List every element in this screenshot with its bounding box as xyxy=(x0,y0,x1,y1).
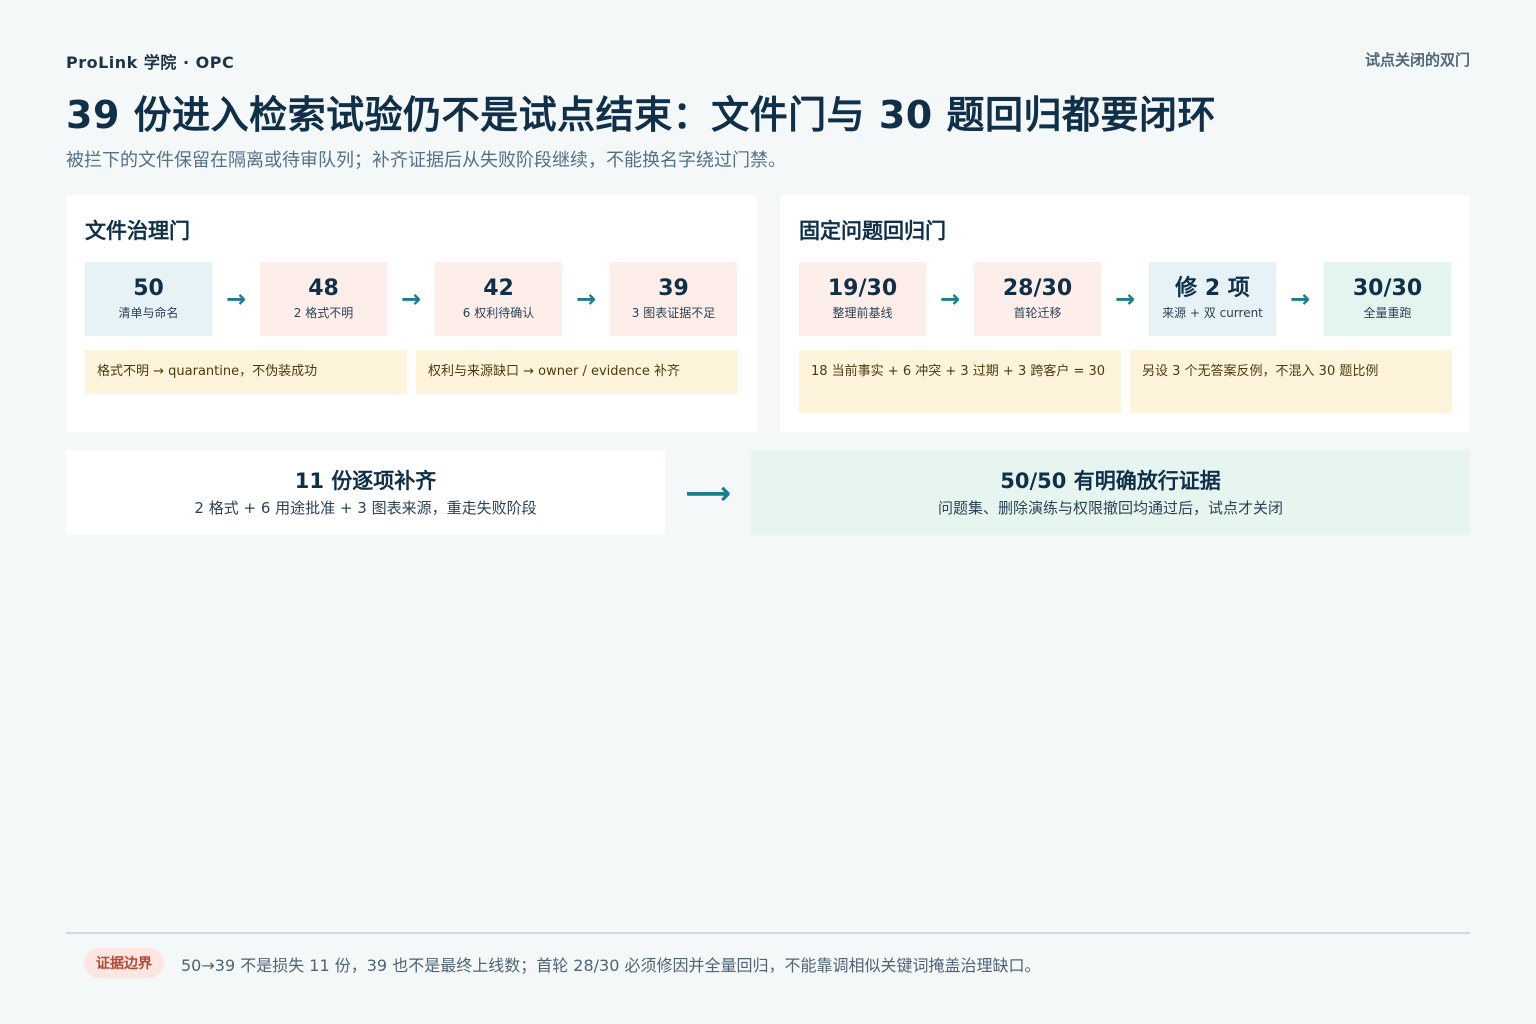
note-quarantine: 格式不明 → quarantine，不伪装成功 xyxy=(85,350,407,394)
evidence-boundary-badge: 证据边界 xyxy=(84,948,164,978)
step-value: 50 xyxy=(133,276,164,301)
file-gate-title: 文件治理门 xyxy=(85,219,190,243)
file-step-1: 50 清单与命名 xyxy=(85,262,212,336)
brand-label: ProLink 学院 · OPC xyxy=(66,53,235,72)
step-value: 39 xyxy=(658,276,689,301)
step-value: 修 2 项 xyxy=(1175,276,1250,301)
step-label: 6 权利待确认 xyxy=(462,306,535,320)
step-label: 2 格式不明 xyxy=(293,306,354,320)
step-value: 48 xyxy=(308,276,339,301)
file-step-3: 42 6 权利待确认 xyxy=(435,262,562,336)
step-label: 首轮迁移 xyxy=(1013,306,1062,320)
step-label: 3 图表证据不足 xyxy=(631,306,716,320)
step-label: 整理前基线 xyxy=(832,306,893,320)
step-value: 19/30 xyxy=(827,276,898,301)
regression-step-2: 28/30 首轮迁移 xyxy=(974,262,1101,336)
regression-gate-notes: 18 当前事实 + 6 冲突 + 3 过期 + 3 跨客户 = 30 另设 3 … xyxy=(799,350,1452,413)
regression-step-1: 19/30 整理前基线 xyxy=(799,262,926,336)
file-step-4: 39 3 图表证据不足 xyxy=(610,262,737,336)
file-step-2: 48 2 格式不明 xyxy=(260,262,387,336)
file-gate-steps: 50 清单与命名 → 48 2 格式不明 → 42 6 权利待确认 → 39 3… xyxy=(85,262,738,336)
section-kicker: 试点关闭的双门 xyxy=(1364,51,1470,69)
step-value: 28/30 xyxy=(1002,276,1073,301)
release-evidence-box: 50/50 有明确放行证据 问题集、删除演练与权限撤回均通过后，试点才关闭 xyxy=(751,450,1470,535)
note-counterexamples: 另设 3 个无答案反例，不混入 30 题比例 xyxy=(1130,350,1452,413)
page-subtitle: 被拦下的文件保留在隔离或待审队列；补齐证据后从失败阶段继续，不能换名字绕过门禁。 xyxy=(66,150,786,171)
arrow-right-icon: → xyxy=(225,285,247,313)
release-evidence-subtitle: 问题集、删除演练与权限撤回均通过后，试点才关闭 xyxy=(937,498,1283,517)
regression-gate-panel: 固定问题回归门 19/30 整理前基线 → 28/30 首轮迁移 → 修 2 项… xyxy=(780,195,1470,432)
regression-step-4: 30/30 全量重跑 xyxy=(1324,262,1451,336)
regression-step-3: 修 2 项 来源 + 双 current xyxy=(1149,262,1276,336)
release-evidence-title: 50/50 有明确放行证据 xyxy=(1000,468,1221,493)
page-title: 39 份进入检索试验仍不是试点结束：文件门与 30 题回归都要闭环 xyxy=(66,93,1216,137)
step-value: 42 xyxy=(483,276,514,301)
file-gate-notes: 格式不明 → quarantine，不伪装成功 权利与来源缺口 → owner … xyxy=(85,350,738,394)
regression-gate-steps: 19/30 整理前基线 → 28/30 首轮迁移 → 修 2 项 来源 + 双 … xyxy=(799,262,1452,336)
remediation-title: 11 份逐项补齐 xyxy=(294,468,437,493)
footer-divider xyxy=(66,932,1470,934)
note-owner-evidence: 权利与来源缺口 → owner / evidence 补齐 xyxy=(416,350,738,394)
slide: ProLink 学院 · OPC 试点关闭的双门 39 份进入检索试验仍不是试点… xyxy=(0,0,1536,1024)
footer-note: 50→39 不是损失 11 份，39 也不是最终上线数；首轮 28/30 必须修… xyxy=(181,956,1041,975)
remediation-box: 11 份逐项补齐 2 格式 + 6 用途批准 + 3 图表来源，重走失败阶段 xyxy=(66,450,665,535)
step-value: 30/30 xyxy=(1352,276,1423,301)
arrow-right-icon: → xyxy=(400,285,422,313)
remediation-subtitle: 2 格式 + 6 用途批准 + 3 图表来源，重走失败阶段 xyxy=(194,498,537,517)
long-arrow-right-icon: ⟶ xyxy=(685,473,731,512)
note-question-mix: 18 当前事实 + 6 冲突 + 3 过期 + 3 跨客户 = 30 xyxy=(799,350,1121,413)
arrow-right-icon: → xyxy=(939,285,961,313)
arrow-right-icon: → xyxy=(1114,285,1136,313)
step-label: 清单与命名 xyxy=(118,306,179,320)
regression-gate-title: 固定问题回归门 xyxy=(799,219,946,243)
file-gate-panel: 文件治理门 50 清单与命名 → 48 2 格式不明 → 42 6 权利待确认 … xyxy=(66,195,757,432)
arrow-right-icon: → xyxy=(1289,285,1311,313)
arrow-right-icon: → xyxy=(575,285,597,313)
step-label: 来源 + 双 current xyxy=(1162,306,1263,320)
step-label: 全量重跑 xyxy=(1363,306,1412,320)
